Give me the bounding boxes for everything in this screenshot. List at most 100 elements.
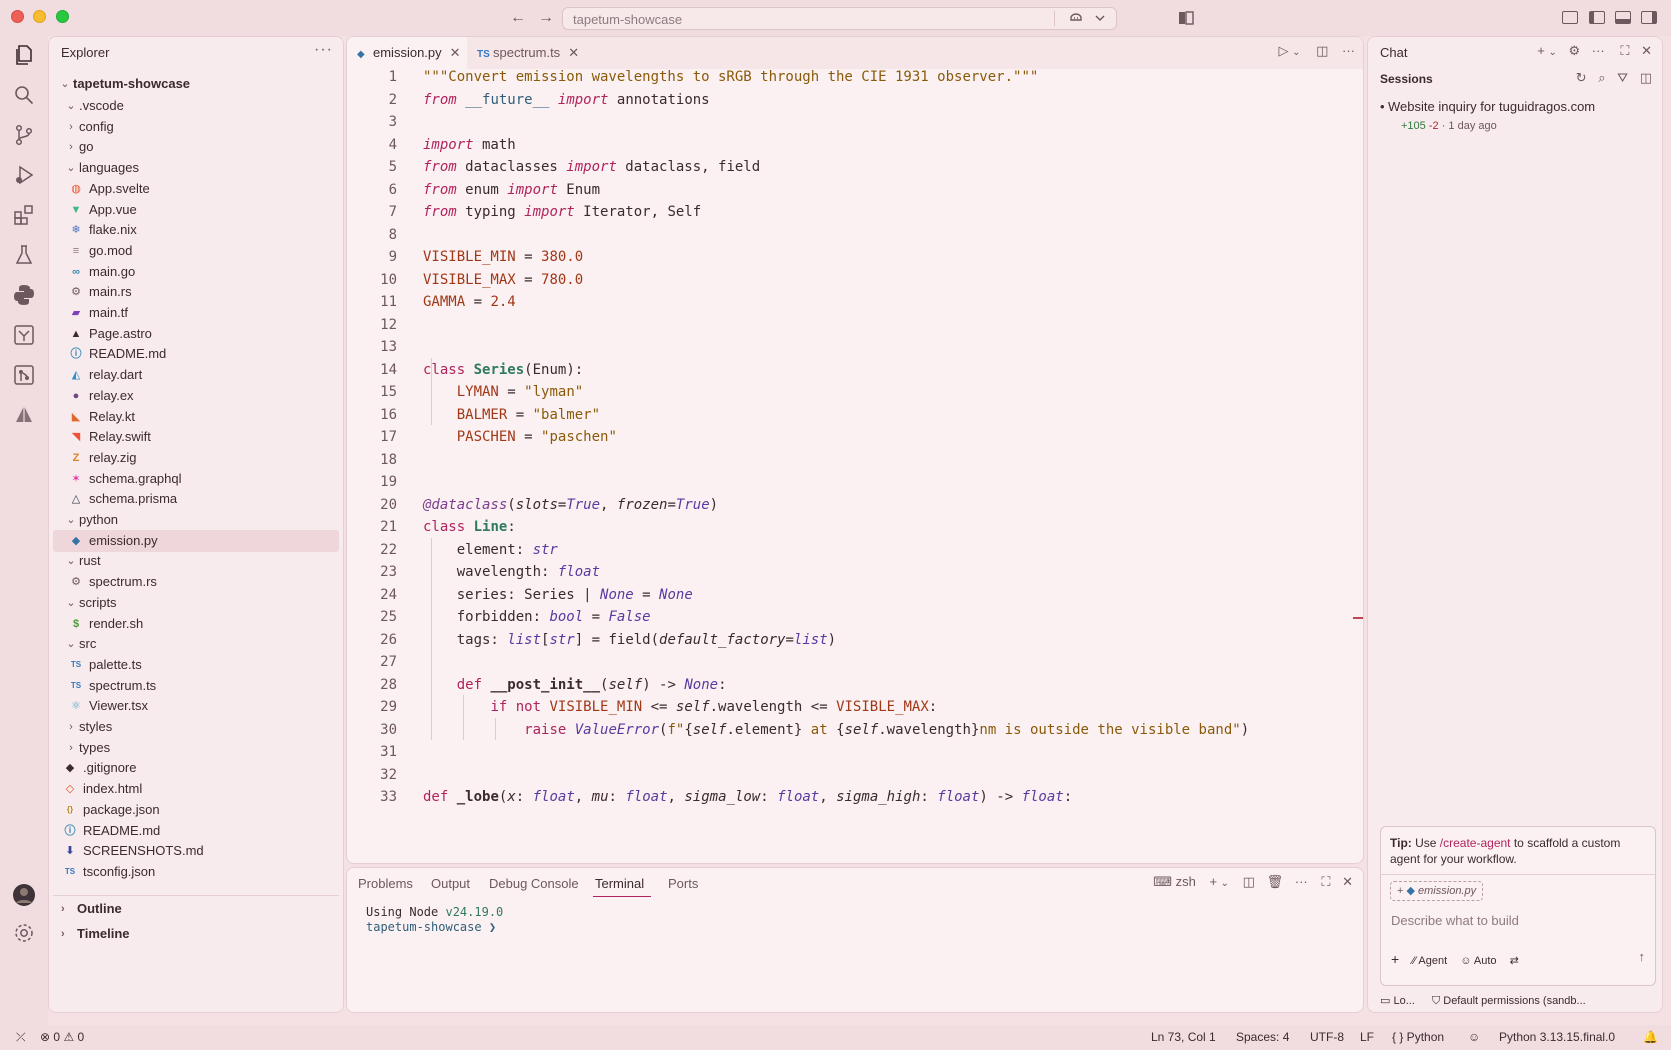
python-interpreter[interactable]: Python 3.13.15.final.0 — [1499, 1030, 1615, 1044]
tree-folder[interactable]: › config — [53, 116, 339, 138]
filter-icon[interactable]: ⛛ — [1617, 70, 1628, 85]
code-area[interactable]: 1 """Convert emission wavelengths to sRGB… — [347, 65, 1363, 861]
tree-file[interactable]: Zrelay.zig — [53, 447, 339, 469]
tree-folder[interactable]: › styles — [53, 716, 339, 738]
tree-file[interactable]: ▰ main.tf — [53, 302, 339, 324]
tree-folder[interactable]: ⌄ src — [53, 633, 339, 655]
tree-file[interactable]: ⓘ README.md — [53, 820, 339, 842]
tree-file[interactable]: ✶ schema.graphql — [53, 468, 339, 490]
tree-file[interactable]: ❄ flake.nix — [53, 219, 339, 241]
tree-folder[interactable]: › types — [53, 737, 339, 759]
toggle-secondary-sidebar-icon[interactable] — [1641, 11, 1657, 24]
zoom-window-button[interactable] — [56, 10, 69, 23]
tree-file[interactable]: △ schema.prisma — [53, 488, 339, 510]
tip-command[interactable]: /create-agent — [1440, 836, 1511, 850]
toggle-primary-sidebar-icon[interactable] — [1589, 11, 1605, 24]
tree-file[interactable]: TS tsconfig.json — [53, 861, 339, 883]
notifications-bell-icon[interactable]: 🔔 — [1643, 1030, 1658, 1044]
indentation[interactable]: Spaces: 4 — [1236, 1030, 1289, 1044]
git-graph-icon[interactable] — [12, 363, 36, 387]
accounts-toggle-icon[interactable] — [1177, 9, 1195, 27]
tree-file[interactable]: ≡ go.mod — [53, 240, 339, 262]
tree-folder[interactable]: ⌄ .vscode — [53, 95, 339, 117]
settings-gear-icon[interactable] — [12, 921, 36, 945]
minimize-window-button[interactable] — [33, 10, 46, 23]
customize-layout-icon[interactable] — [1562, 11, 1578, 24]
toggle-sidebar-icon[interactable]: ◫ — [1640, 70, 1652, 85]
close-icon[interactable]: ✕ — [1641, 43, 1652, 58]
tree-file[interactable]: ⚙ main.rs — [53, 281, 339, 303]
problems-indicator[interactable]: ⊗ 0 ⚠ 0 — [40, 1030, 84, 1044]
outline-section[interactable]: › Outline — [53, 895, 339, 921]
kill-terminal-icon[interactable]: 🗑 — [1267, 874, 1284, 889]
tree-file[interactable]: ◆ emission.py — [53, 529, 339, 552]
tree-file[interactable]: ⚙ spectrum.rs — [53, 571, 339, 593]
tree-folder[interactable]: ⌄ rust — [53, 550, 339, 572]
terminal-output[interactable]: Using Node v24.19.0 tapetum-showcase ❯ — [366, 905, 503, 935]
tools-icon[interactable]: ⇄ — [1510, 955, 1519, 967]
tree-file[interactable]: TS spectrum.ts — [53, 675, 339, 697]
tree-file[interactable]: ▼ App.vue — [53, 199, 339, 221]
split-terminal-icon[interactable]: ◫ — [1243, 874, 1255, 889]
copilot-menu-icon[interactable] — [1068, 10, 1108, 29]
tree-file[interactable]: ◆ .gitignore — [53, 757, 339, 779]
split-editor-icon[interactable]: ◫ — [1316, 43, 1328, 58]
terminal-dropdown-icon[interactable]: ⌄ — [1221, 878, 1229, 889]
triangle-shape-icon[interactable] — [12, 403, 36, 427]
run-debug-icon[interactable] — [12, 163, 36, 187]
tree-file[interactable]: ⚛ Viewer.tsx — [53, 695, 339, 717]
close-window-button[interactable] — [11, 10, 24, 23]
more-actions-icon[interactable]: ··· — [1592, 43, 1605, 58]
tab-debug-console[interactable]: Debug Console — [489, 876, 579, 891]
shell-name[interactable]: zsh — [1176, 874, 1196, 889]
tab-output[interactable]: Output — [431, 876, 470, 891]
session-item[interactable]: • Website inquiry for tuguidragos.com — [1380, 99, 1595, 114]
tree-file[interactable]: ∞ main.go — [53, 261, 339, 283]
python-icon[interactable] — [12, 283, 36, 307]
account-avatar[interactable] — [12, 883, 36, 907]
explorer-icon[interactable] — [12, 43, 36, 67]
language-mode[interactable]: { } Python — [1392, 1030, 1444, 1044]
more-actions-icon[interactable]: ··· — [1295, 874, 1308, 889]
context-chip[interactable]: + ◆ emission.py — [1390, 881, 1484, 901]
toggle-panel-icon[interactable] — [1615, 11, 1631, 24]
forward-button[interactable]: → — [536, 8, 556, 28]
maximize-panel-icon[interactable]: ⛶ — [1321, 874, 1330, 889]
tree-folder[interactable]: ⌄ languages — [53, 157, 339, 179]
permissions-label[interactable]: Default permissions (sandb... — [1443, 995, 1585, 1007]
send-icon[interactable]: ↑ — [1639, 949, 1646, 964]
testing-icon[interactable] — [12, 243, 36, 267]
run-dropdown-icon[interactable]: ⌄ — [1292, 47, 1300, 58]
location-label[interactable]: Lo... — [1393, 995, 1414, 1007]
end-of-line[interactable]: LF — [1360, 1030, 1374, 1044]
tab-ports[interactable]: Ports — [668, 876, 698, 891]
tree-file[interactable]: ⬇ SCREENSHOTS.md — [53, 840, 339, 862]
tree-file[interactable]: ⓘ README.md — [53, 343, 339, 365]
tree-file[interactable]: ◥ Relay.swift — [53, 426, 339, 448]
chat-input[interactable]: Describe what to build — [1391, 913, 1519, 928]
back-button[interactable]: ← — [508, 8, 528, 28]
attach-icon[interactable]: + — [1391, 951, 1399, 967]
tab-problems[interactable]: Problems — [358, 876, 413, 891]
gear-icon[interactable]: ⚙ — [1568, 43, 1580, 58]
tree-folder[interactable]: ⌄ python — [53, 509, 339, 531]
tree-file[interactable]: ◍ App.svelte — [53, 178, 339, 200]
maximize-icon[interactable]: ⛶ — [1620, 43, 1629, 58]
encoding[interactable]: UTF-8 — [1310, 1030, 1344, 1044]
tree-file[interactable]: $ render.sh — [53, 613, 339, 635]
search-icon[interactable] — [12, 83, 36, 107]
command-center[interactable]: tapetum-showcase — [562, 7, 1117, 30]
tree-file[interactable]: ▲ Page.astro — [53, 323, 339, 345]
new-terminal-icon[interactable]: + — [1209, 874, 1217, 889]
new-chat-icon[interactable]: + — [1537, 43, 1545, 58]
source-control-icon[interactable] — [12, 123, 36, 147]
extensions-icon[interactable] — [12, 203, 36, 227]
run-file-icon[interactable]: ▷ — [1278, 43, 1288, 58]
tree-file[interactable]: ◇ index.html — [53, 778, 339, 800]
tab-terminal[interactable]: Terminal — [595, 876, 644, 891]
more-actions-icon[interactable]: ··· — [1342, 43, 1355, 58]
timeline-section[interactable]: › Timeline — [53, 921, 339, 947]
workspace-root[interactable]: ⌄ tapetum-showcase — [53, 73, 339, 95]
tree-file[interactable]: ◣ Relay.kt — [53, 406, 339, 428]
close-panel-icon[interactable]: ✕ — [1342, 874, 1353, 889]
